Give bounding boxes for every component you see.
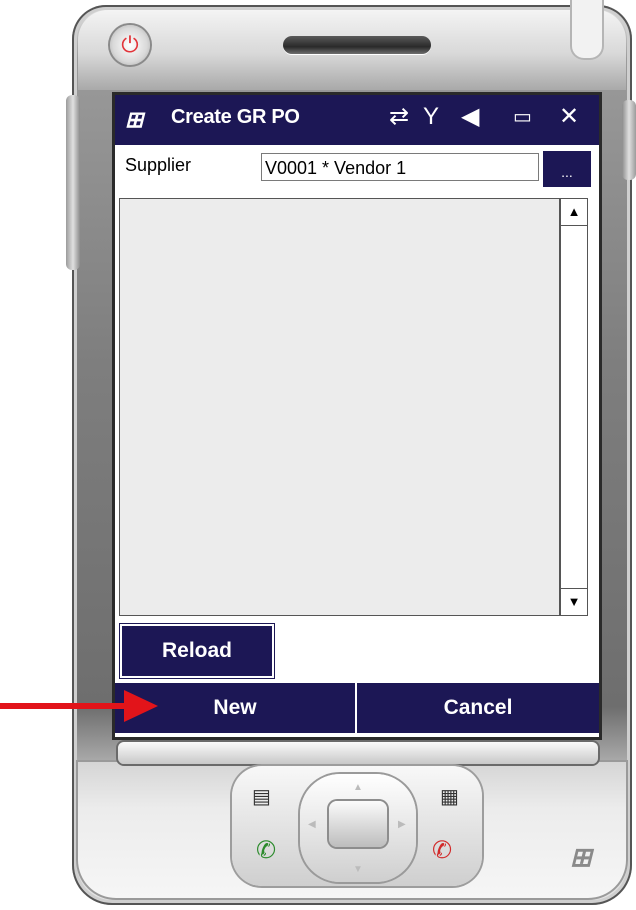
no-signal-icon[interactable]: Y xyxy=(423,103,439,131)
dpad-right-icon[interactable]: ▶ xyxy=(398,819,406,830)
annotation-arrow-shaft xyxy=(0,703,128,709)
list-scrollbar[interactable]: ▲ ▼ xyxy=(560,198,588,616)
close-icon[interactable]: ✕ xyxy=(559,103,579,131)
windows-logo-icon: ⊞ xyxy=(570,842,592,872)
device-screen: ⊞ Create GR PO ⇄ Y ◀ ▭ ✕ Supplier V0001 … xyxy=(115,95,599,737)
side-button-right[interactable] xyxy=(622,100,636,180)
supplier-browse-button[interactable]: ... xyxy=(543,151,591,187)
dpad-center-button[interactable] xyxy=(329,801,387,847)
scroll-down-icon[interactable]: ▼ xyxy=(561,588,587,615)
dpad-down-icon[interactable]: ▼ xyxy=(353,864,363,875)
softkey-strip xyxy=(118,742,598,764)
annotation-arrow-icon xyxy=(124,690,158,722)
cancel-button[interactable]: Cancel xyxy=(357,683,599,733)
title-bar: ⊞ Create GR PO ⇄ Y ◀ ▭ ✕ xyxy=(115,95,599,145)
end-call-icon[interactable]: ✆ xyxy=(432,836,452,865)
side-button-left[interactable] xyxy=(66,95,80,270)
calendar-hw-icon[interactable]: ▦ xyxy=(440,784,459,809)
supplier-field[interactable]: V0001 * Vendor 1 xyxy=(261,153,539,181)
stylus-slot xyxy=(570,0,604,60)
call-icon[interactable]: ✆ xyxy=(256,836,276,865)
reload-button[interactable]: Reload xyxy=(120,624,274,678)
battery-icon[interactable]: ▭ xyxy=(513,103,532,131)
power-button[interactable]: ⏻ xyxy=(110,25,150,65)
po-list[interactable] xyxy=(119,198,560,616)
dpad-left-icon[interactable]: ◀ xyxy=(308,819,316,830)
windows-start-icon[interactable]: ⊞ xyxy=(125,107,143,133)
window-title: Create GR PO xyxy=(171,106,300,128)
volume-icon[interactable]: ◀ xyxy=(461,103,479,131)
dpad-up-icon[interactable]: ▲ xyxy=(353,782,363,793)
supplier-label: Supplier xyxy=(125,155,192,175)
sync-icon[interactable]: ⇄ xyxy=(389,103,409,131)
speaker-grille xyxy=(283,36,431,54)
contacts-hw-icon[interactable]: ▤ xyxy=(252,784,271,809)
scroll-up-icon[interactable]: ▲ xyxy=(561,199,587,226)
power-icon: ⏻ xyxy=(121,32,139,57)
